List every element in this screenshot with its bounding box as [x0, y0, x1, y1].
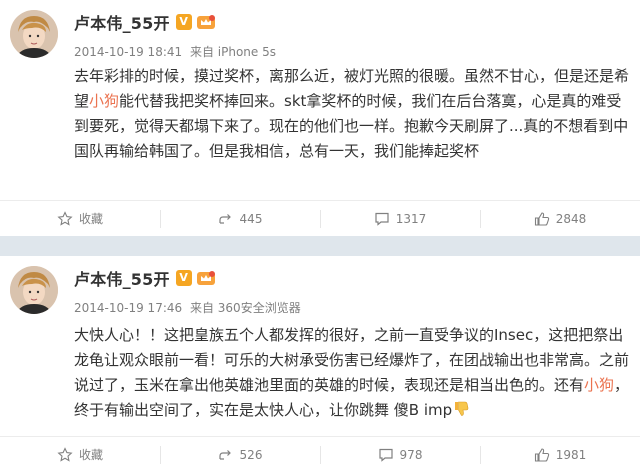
repost-count: 445: [239, 211, 263, 226]
repost-icon: [218, 213, 231, 224]
author-row: 卢本伟_55开 V: [74, 266, 216, 290]
content-text: 能代替我把奖杯捧回来。skt拿奖杯的时候，我们在后台落寞，心是真的难受到要死，觉…: [74, 92, 629, 160]
mention-link[interactable]: 小狗: [584, 376, 614, 394]
repost-button[interactable]: 445: [160, 201, 320, 236]
post-source: 来自 iPhone 5s: [189, 45, 276, 59]
thumbs-up-icon: [534, 447, 549, 462]
star-icon: [57, 446, 73, 462]
favorite-button[interactable]: 收藏: [0, 201, 160, 236]
star-icon: [57, 210, 73, 226]
comment-icon: [375, 212, 389, 226]
like-count: 1981: [555, 447, 587, 462]
weibo-post-1: 卢本伟_55开 V 2014-10-19 18:41 来自 iPhone 5s …: [0, 0, 640, 236]
author-row: 卢本伟_55开 V: [74, 10, 216, 34]
post-meta: 2014-10-19 17:46 来自 360安全浏览器: [74, 299, 305, 316]
action-bar: 收藏 526 978 1981: [0, 436, 640, 472]
post-timestamp[interactable]: 2014-10-19 18:41: [74, 45, 182, 59]
comment-button[interactable]: 978: [320, 437, 480, 472]
comment-count: 1317: [395, 211, 427, 226]
post-timestamp[interactable]: 2014-10-19 17:46: [74, 301, 182, 315]
avatar[interactable]: [10, 10, 58, 58]
username[interactable]: 卢本伟_55开: [74, 266, 170, 290]
favorite-label: 收藏: [78, 448, 103, 462]
verified-v-icon: V: [175, 14, 192, 30]
thumbs-up-icon: [534, 211, 549, 226]
post-divider: [0, 236, 640, 256]
favorite-button[interactable]: 收藏: [0, 437, 160, 472]
mention-link[interactable]: 小狗: [89, 92, 119, 110]
post-source: 来自 360安全浏览器: [189, 301, 301, 315]
avatar-portrait-icon: [10, 266, 58, 314]
repost-button[interactable]: 526: [160, 437, 320, 472]
post-content: 去年彩排的时候，摸过奖杯，离那么近，被灯光照的很暖。虽然不甘心，但是还是希望小狗…: [74, 64, 630, 192]
comment-icon: [378, 448, 393, 462]
repost-count: 526: [239, 447, 263, 462]
thumbs-down-emoji-icon: [455, 401, 469, 416]
favorite-label: 收藏: [78, 212, 103, 226]
comment-count: 978: [399, 447, 423, 462]
member-crown-icon: [196, 14, 216, 30]
member-crown-icon: [196, 270, 216, 286]
content-text: 大快人心！！这把皇族五个人都发挥的很好，之前一直受争议的Insec，这把把祭出龙…: [74, 326, 630, 394]
avatar[interactable]: [10, 266, 58, 314]
like-count: 2848: [555, 211, 587, 226]
like-button[interactable]: 1981: [480, 437, 640, 472]
repost-icon: [218, 449, 231, 460]
post-content: 大快人心！！这把皇族五个人都发挥的很好，之前一直受争议的Insec，这把把祭出龙…: [74, 323, 630, 423]
username[interactable]: 卢本伟_55开: [74, 10, 170, 34]
comment-button[interactable]: 1317: [320, 201, 480, 236]
like-button[interactable]: 2848: [480, 201, 640, 236]
verified-v-icon: V: [175, 270, 192, 286]
post-meta: 2014-10-19 18:41 来自 iPhone 5s: [74, 43, 280, 60]
action-bar: 收藏 445 1317 2848: [0, 200, 640, 236]
avatar-portrait-icon: [10, 10, 58, 58]
